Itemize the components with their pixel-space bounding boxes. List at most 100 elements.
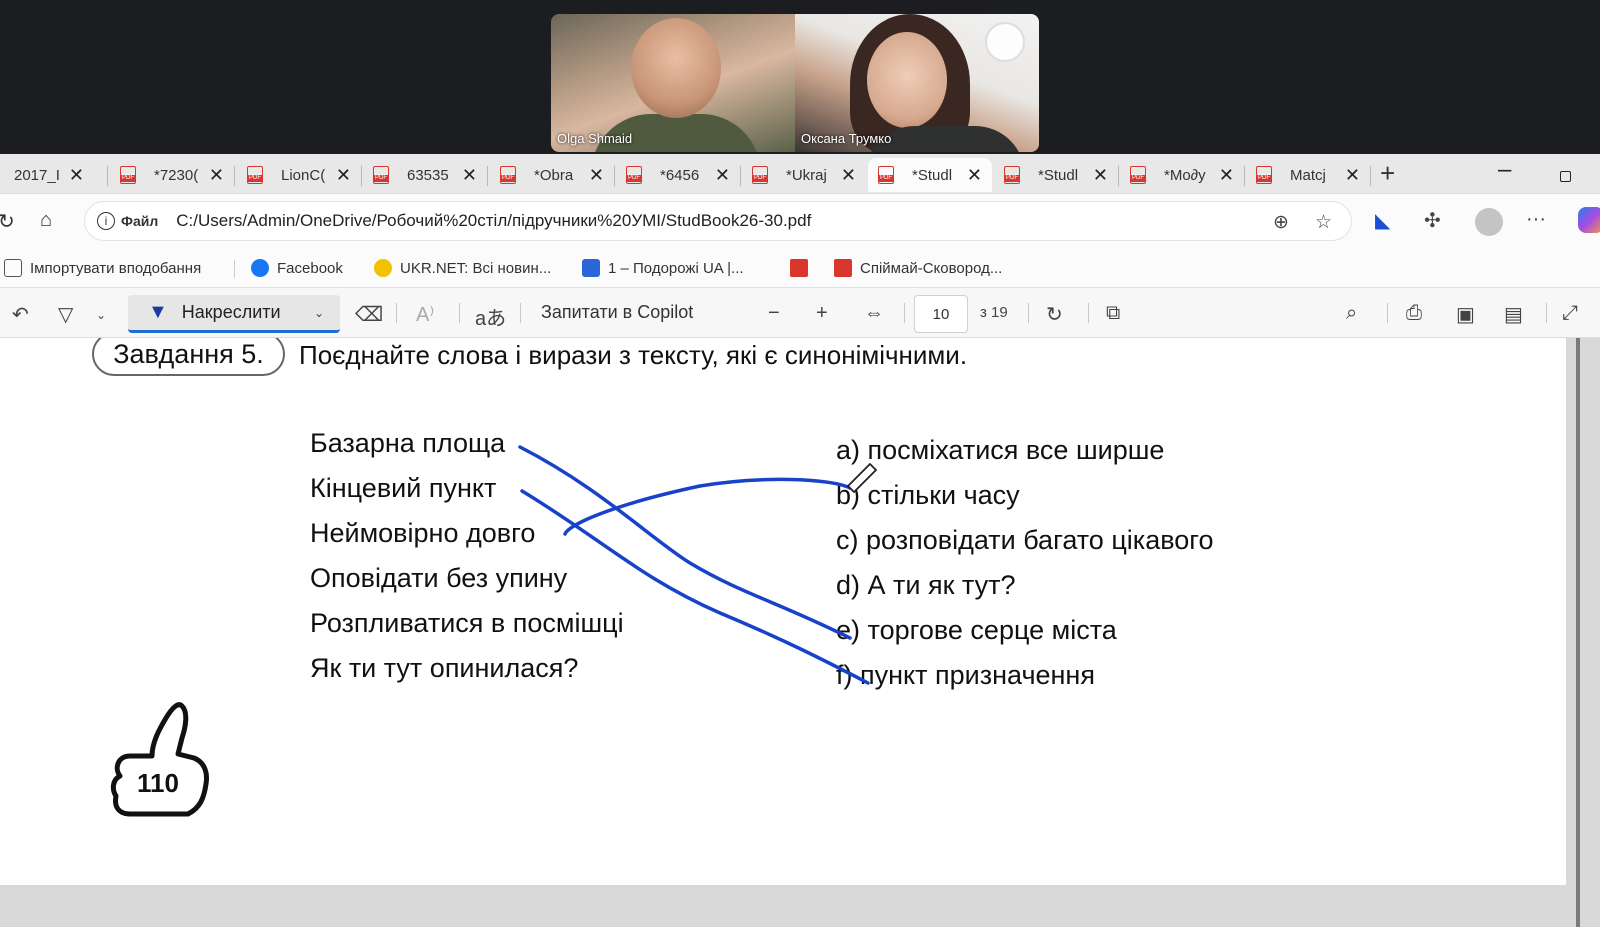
chevron-down-icon[interactable]: ⌄ (314, 306, 324, 320)
participant-name: Оксана Трумко (801, 131, 892, 146)
pdf-icon (790, 259, 808, 277)
draw-label: Накреслити (181, 302, 281, 322)
browser-tab[interactable]: 63535 ✕ (363, 158, 487, 192)
browser-tab[interactable]: LionC( ✕ (237, 158, 361, 192)
import-icon (4, 259, 22, 277)
more-icon[interactable]: ··· (1526, 208, 1546, 231)
pdf-icon (1256, 166, 1272, 184)
browser-tab[interactable]: *Obra ✕ (490, 158, 614, 192)
bookmark-label: 1 – Подорожі UA |... (608, 259, 744, 277)
browser-tab[interactable]: *Ukraj ✕ (742, 158, 866, 192)
close-icon[interactable]: ✕ (841, 165, 856, 186)
close-icon[interactable]: ✕ (209, 165, 224, 186)
pdf-icon (878, 166, 894, 184)
avatar[interactable] (1475, 208, 1503, 236)
page-total: з 19 (980, 304, 1008, 321)
ink-annotations[interactable] (0, 338, 1566, 885)
browser-tab[interactable]: *6456 ✕ (616, 158, 740, 192)
close-icon[interactable]: ✕ (715, 165, 730, 186)
pdf-icon (1004, 166, 1020, 184)
translate-icon[interactable]: aあ (475, 302, 506, 331)
pdf-icon (247, 166, 263, 184)
tab-label: Matcj (1290, 166, 1326, 184)
tab-label: LionC( (281, 166, 326, 184)
pdf-icon (834, 259, 852, 277)
new-tab-icon[interactable]: + (1380, 158, 1395, 189)
pdf-icon (120, 166, 136, 184)
ink-line (520, 489, 870, 685)
bookmark-import[interactable]: Імпортувати вподобання (4, 259, 201, 277)
participant-name: Olga Shmaid (557, 131, 633, 146)
eraser-icon[interactable]: ⌫ (355, 302, 383, 327)
refresh-icon[interactable]: ↻ (0, 209, 15, 234)
bookmark-facebook[interactable]: Facebook (251, 259, 343, 277)
bookmark-ukrnet[interactable]: UKR.NET: Всі новин... (374, 259, 551, 277)
zoom-out-icon[interactable]: − (768, 302, 780, 325)
zoom-in-icon[interactable]: + (816, 302, 828, 325)
chevron-down-icon[interactable]: ⌄ (96, 308, 106, 322)
favorite-star-icon[interactable]: ☆ (1315, 211, 1332, 234)
zoom-icon[interactable]: ⊕ (1273, 211, 1289, 234)
undo-icon[interactable]: ↶ (12, 302, 29, 327)
bookmark-spiimai[interactable]: Спіймай-Сковород... (834, 259, 1002, 277)
fit-width-icon[interactable]: ⇔ (864, 302, 884, 325)
close-icon[interactable]: ✕ (1219, 165, 1234, 186)
close-icon[interactable]: ✕ (589, 165, 604, 186)
minimize-icon[interactable]: – (1498, 156, 1511, 184)
restore-icon[interactable] (1560, 171, 1571, 182)
close-icon[interactable]: ✕ (1093, 165, 1108, 186)
address-bar-row: ↻ ⌂ i Файл C:/Users/Admin/OneDrive/Робоч… (0, 194, 1600, 248)
participant-tile[interactable]: Olga Shmaid (551, 14, 795, 152)
read-aloud-icon[interactable]: A⁾ (416, 302, 434, 327)
url-text[interactable]: C:/Users/Admin/OneDrive/Робочий%20стіл/п… (176, 211, 811, 231)
fullscreen-icon[interactable]: ⤢ (1562, 302, 1578, 325)
tab-label: *6456 (660, 166, 700, 184)
page-number-input[interactable]: 10 (914, 295, 968, 333)
close-icon[interactable]: ✕ (967, 165, 982, 186)
highlight-icon[interactable]: ▽ (58, 302, 73, 327)
search-icon[interactable]: ⌕ (1346, 302, 1357, 325)
browser-window: 2017_І ✕ *7230( ✕ LionC( ✕ 63535 ✕ *Obra ✕ *6… (0, 154, 1600, 927)
ask-copilot-button[interactable]: Запитати в Copilot (541, 302, 693, 323)
address-bar[interactable]: i Файл C:/Users/Admin/OneDrive/Робочий%2… (84, 201, 1352, 241)
save-as-icon[interactable]: ▤ (1504, 302, 1523, 327)
draw-button[interactable]: ▼ Накреслити ⌄ (128, 295, 340, 333)
participant-face (631, 18, 721, 118)
close-icon[interactable]: ✕ (336, 165, 351, 186)
bookmark-pdf[interactable] (790, 259, 816, 277)
rotate-icon[interactable]: ↻ (1046, 302, 1063, 327)
copilot-icon[interactable] (1578, 207, 1600, 233)
pdf-toolbar: ↶ ▽ ⌄ ▼ Накреслити ⌄ ⌫ A⁾ aあ Запитати в … (0, 288, 1600, 338)
extension-icon[interactable]: ◣ (1375, 208, 1390, 233)
facebook-icon (251, 259, 269, 277)
page-view-icon[interactable]: ⧉ (1106, 302, 1120, 325)
browser-tab[interactable]: *7230( ✕ (110, 158, 234, 192)
pdf-icon (752, 166, 768, 184)
browser-tab[interactable]: *Studl ✕ (994, 158, 1118, 192)
print-icon[interactable]: ⎙ (1406, 302, 1422, 325)
close-icon[interactable]: ✕ (69, 165, 84, 186)
participant-tile[interactable]: Оксана Трумко (795, 14, 1039, 152)
browser-tab[interactable]: *Mo∂y ✕ (1120, 158, 1244, 192)
ukrnet-icon (374, 259, 392, 277)
pdf-icon (626, 166, 642, 184)
tab-label: *Studl (1038, 166, 1079, 184)
bookmarks-bar: Імпортувати вподобання Facebook UKR.NET:… (0, 248, 1600, 288)
close-icon[interactable]: ✕ (462, 165, 477, 186)
page-number: 110 (137, 768, 179, 798)
pdf-viewer: Завдання 5. Поєднайте слова і вирази з т… (0, 338, 1600, 927)
bookmark-label: Спіймай-Сковород... (860, 259, 1003, 277)
extensions-puzzle-icon[interactable]: ✣ (1424, 208, 1441, 233)
thumbs-up-icon: 110 (110, 702, 209, 817)
home-icon[interactable]: ⌂ (40, 209, 52, 232)
browser-tab[interactable]: Matcj ✕ (1246, 158, 1370, 192)
browser-tab-active[interactable]: *Studl ✕ (868, 158, 992, 192)
tab-label: *7230( (154, 166, 199, 184)
vertical-scrollbar[interactable] (1576, 338, 1580, 927)
save-icon[interactable]: ▣ (1456, 302, 1475, 327)
bookmark-podorozhi[interactable]: 1 – Подорожі UA |... (582, 259, 744, 277)
info-icon[interactable]: i (97, 212, 115, 230)
close-icon[interactable]: ✕ (1345, 165, 1360, 186)
browser-tab[interactable]: 2017_І ✕ (0, 158, 94, 192)
tab-label: *Ukraj (786, 166, 827, 184)
